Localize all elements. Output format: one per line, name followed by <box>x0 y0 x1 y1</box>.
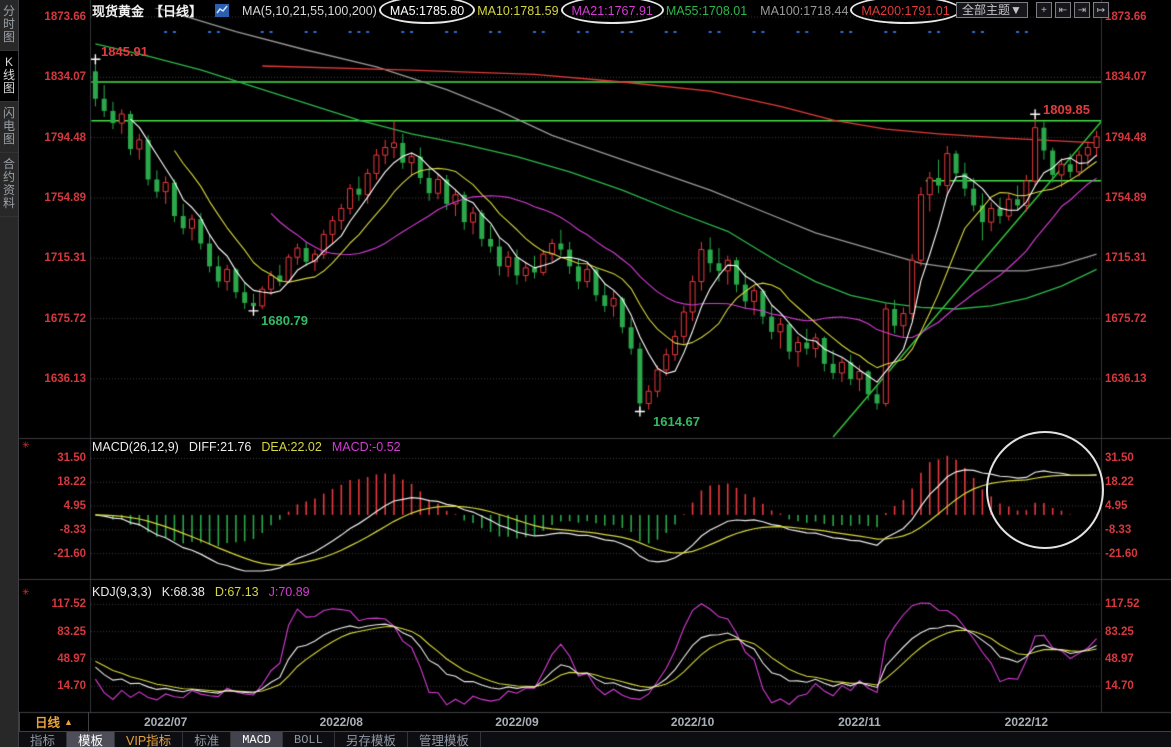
tab-vip-indicators[interactable]: VIP指标 <box>115 732 183 747</box>
tab-manage-template[interactable]: 管理模板 <box>408 732 481 747</box>
ma-settings-label[interactable]: MA(5,10,21,55,100,200) <box>242 4 377 18</box>
period-label: 【日线】 <box>150 1 202 20</box>
sidebar-tab-contract-info[interactable]: 合约资料 <box>0 153 18 217</box>
annotation-start-high: 1845.91 <box>101 44 148 59</box>
tab-save-template[interactable]: 另存模板 <box>335 732 408 747</box>
kdj-j-value: J:70.89 <box>269 585 310 599</box>
annotation-july-low: 1680.79 <box>261 313 308 328</box>
macd-diff-value: DIFF:21.76 <box>189 440 252 454</box>
kdj-d-value: D:67.13 <box>215 585 259 599</box>
tab-macd[interactable]: MACD <box>231 732 283 747</box>
tab-standard[interactable]: 标准 <box>183 732 231 747</box>
trading-app-window: 1873.661873.661834.071834.071794.481794.… <box>0 0 1171 747</box>
chart-header: 现货黄金 【日线】 MA(5,10,21,55,100,200) MA5:178… <box>92 2 950 19</box>
kdj-panel-header: KDJ(9,3,3) K:68.38 D:67.13 J:70.89 <box>92 585 310 599</box>
period-selector[interactable]: 日线 ▲ <box>19 712 89 731</box>
ma5-value: MA5:1785.80 <box>390 4 464 18</box>
ma55-value: MA55:1708.01 <box>666 4 747 18</box>
annotation-circle-macd <box>986 431 1104 549</box>
annotation-sep-low: 1614.67 <box>653 414 700 429</box>
kdj-settings-icon[interactable]: ✳ <box>22 587 30 598</box>
sidebar-tab-kline-chart[interactable]: K线图 <box>0 51 18 102</box>
chevron-up-icon: ▲ <box>64 717 73 727</box>
macd-params-label: MACD(26,12,9) <box>92 440 179 454</box>
kdj-params-label: KDJ(9,3,3) <box>92 585 152 599</box>
tab-templates[interactable]: 模板 <box>67 732 115 747</box>
tab-indicators[interactable]: 指标 <box>19 732 67 747</box>
macd-macd-value: MACD:-0.52 <box>332 440 401 454</box>
macd-dea-value: DEA:22.02 <box>261 440 321 454</box>
sidebar-tab-time-chart[interactable]: 分时图 <box>0 0 18 51</box>
macd-settings-icon[interactable]: ✳ <box>22 440 30 451</box>
annotation-dec-high: 1809.85 <box>1043 102 1090 117</box>
crosshair-icon[interactable]: + <box>1036 2 1052 18</box>
top-toolbar: 全部主题▼ + ⇤ ⇥ ↦ <box>956 2 1109 18</box>
ma100-value: MA100:1718.44 <box>760 4 848 18</box>
zoom-scale-icon[interactable]: ⇥ <box>1074 2 1090 18</box>
period-selector-label: 日线 <box>35 712 60 731</box>
theme-selector-button[interactable]: 全部主题▼ <box>956 2 1028 18</box>
ma200-value: MA200:1791.01 <box>861 4 949 18</box>
kline-icon <box>215 4 229 17</box>
sidebar: 分时图 K线图 闪电图 合约资料 <box>0 0 19 747</box>
kdj-k-value: K:68.38 <box>162 585 205 599</box>
sidebar-tab-flash-chart[interactable]: 闪电图 <box>0 102 18 153</box>
ma21-value: MA21:1767.91 <box>572 4 653 18</box>
bottom-tab-bar: 指标 模板 VIP指标 标准 MACD BOLL 另存模板 管理模板 <box>19 731 1171 747</box>
ma10-value: MA10:1781.59 <box>477 4 558 18</box>
macd-panel-header: MACD(26,12,9) DIFF:21.76 DEA:22.02 MACD:… <box>92 440 401 454</box>
tab-boll[interactable]: BOLL <box>283 732 335 747</box>
export-icon[interactable]: ↦ <box>1093 2 1109 18</box>
symbol-name: 现货黄金 <box>92 1 144 20</box>
chart-canvas[interactable] <box>0 0 1171 747</box>
range-select-icon[interactable]: ⇤ <box>1055 2 1071 18</box>
